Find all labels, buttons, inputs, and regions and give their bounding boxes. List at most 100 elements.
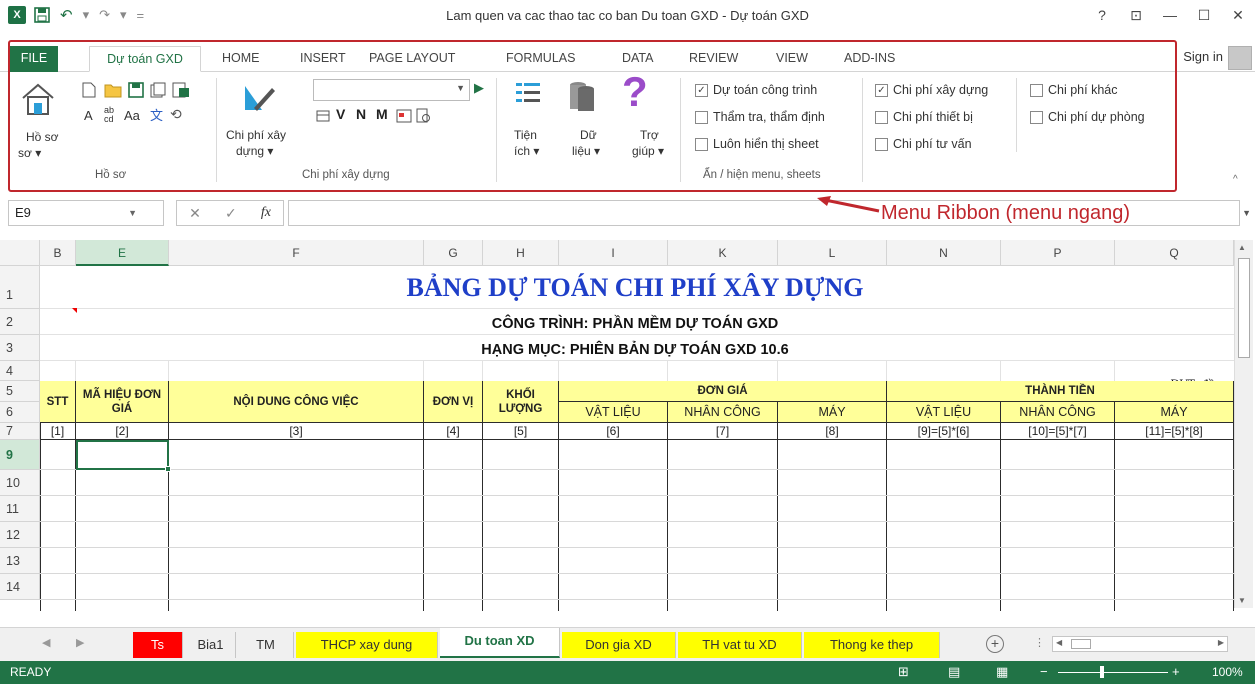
tien-ich-dropdown[interactable]: ích ▾ bbox=[514, 144, 539, 159]
help-icon[interactable]: ? bbox=[1093, 7, 1111, 23]
excel-logo-icon[interactable]: X bbox=[8, 6, 26, 24]
column-header-h[interactable]: H bbox=[483, 240, 559, 266]
sign-in-link[interactable]: Sign in bbox=[1183, 49, 1223, 64]
checkbox-luon-hien-thi[interactable]: Luôn hiển thị sheet bbox=[695, 137, 819, 151]
column-header-p[interactable]: P bbox=[1001, 240, 1115, 266]
font-size-icon[interactable]: A bbox=[84, 108, 93, 123]
select-all-corner[interactable] bbox=[0, 240, 40, 266]
tab-page-layout[interactable]: PAGE LAYOUT bbox=[369, 46, 455, 72]
row-header[interactable]: 10 bbox=[0, 470, 40, 496]
undo-dropdown-icon[interactable]: ▾ bbox=[83, 4, 90, 26]
row-header[interactable]: 11 bbox=[0, 496, 40, 522]
column-header-g[interactable]: G bbox=[424, 240, 483, 266]
du-lieu-button[interactable]: Dữ bbox=[580, 128, 597, 143]
undo-icon[interactable]: ↶ bbox=[60, 4, 73, 26]
table-icon[interactable] bbox=[316, 109, 330, 126]
vertical-scroll-thumb[interactable] bbox=[1238, 258, 1250, 358]
scroll-left-icon[interactable]: ◀ bbox=[1056, 638, 1062, 647]
avatar[interactable] bbox=[1228, 46, 1252, 70]
horizontal-scroll-thumb[interactable] bbox=[1071, 639, 1091, 649]
ribbon-display-icon[interactable]: ⊡ bbox=[1127, 7, 1145, 24]
tien-ich-button[interactable]: Tiện bbox=[514, 128, 537, 143]
collapse-ribbon-icon[interactable]: ^ bbox=[1233, 172, 1238, 187]
maximize-icon[interactable]: ☐ bbox=[1195, 7, 1213, 24]
checkbox-du-toan-cong-trinh[interactable]: ✓ Dự toán công trình bbox=[695, 83, 817, 97]
zoom-slider[interactable] bbox=[1058, 672, 1168, 673]
hoso-dropdown[interactable]: sơ ▾ bbox=[18, 146, 41, 161]
checkbox-chi-phi-tu-van[interactable]: Chi phí tư vấn bbox=[875, 137, 972, 151]
open-folder-icon[interactable] bbox=[104, 82, 122, 101]
sheet-tab-don-gia-xd[interactable]: Don gia XD bbox=[562, 632, 676, 658]
row-header[interactable]: 13 bbox=[0, 548, 40, 574]
chi-phi-xay-dung-dropdown[interactable]: dựng ▾ bbox=[236, 144, 273, 159]
cost-type-select[interactable]: ▼ bbox=[313, 79, 470, 101]
hoso-button[interactable]: Hồ sơ bbox=[26, 130, 59, 145]
home-folder-icon[interactable] bbox=[20, 82, 56, 119]
checkbox-chi-phi-thiet-bi[interactable]: Chi phí thiết bị bbox=[875, 110, 973, 124]
index-cell[interactable]: [8] bbox=[778, 423, 887, 440]
comment-marker-icon[interactable] bbox=[72, 308, 77, 313]
column-header-i[interactable]: I bbox=[559, 240, 668, 266]
zoom-slider-thumb[interactable] bbox=[1100, 666, 1104, 678]
scroll-down-icon[interactable]: ▼ bbox=[1238, 596, 1246, 605]
tab-add-ins[interactable]: ADD-INS bbox=[844, 46, 895, 72]
checkbox-chi-phi-du-phong[interactable]: Chi phí dự phòng bbox=[1030, 110, 1145, 124]
export-excel-icon[interactable] bbox=[172, 82, 190, 101]
database-icon[interactable] bbox=[568, 80, 596, 117]
row-header[interactable]: 2 bbox=[0, 309, 40, 335]
row-header[interactable]: 6 bbox=[0, 402, 40, 423]
tro-giup-dropdown[interactable]: giúp ▾ bbox=[632, 144, 664, 159]
minimize-icon[interactable]: — bbox=[1161, 7, 1179, 23]
chi-phi-xay-dung-icon[interactable] bbox=[242, 82, 278, 119]
customize-qat-icon[interactable]: = bbox=[137, 4, 145, 26]
index-cell[interactable]: [3] bbox=[169, 423, 424, 440]
row-header[interactable]: 9 bbox=[0, 440, 40, 470]
expand-formula-icon[interactable]: ▼ bbox=[1242, 208, 1251, 218]
sheet-tab-th-vat-tu-xd[interactable]: TH vat tu XD bbox=[678, 632, 802, 658]
sheet-tab-thcp-xay-dung[interactable]: THCP xay dung bbox=[296, 632, 438, 658]
column-header-f[interactable]: F bbox=[169, 240, 424, 266]
chi-phi-xay-dung-button[interactable]: Chi phí xây bbox=[226, 128, 286, 143]
row-header[interactable]: 3 bbox=[0, 335, 40, 361]
cancel-icon[interactable]: ✕ bbox=[189, 205, 201, 222]
tab-formulas[interactable]: FORMULAS bbox=[506, 46, 575, 72]
save-file-icon[interactable] bbox=[128, 82, 144, 101]
sheet-tab-tm[interactable]: TM bbox=[238, 632, 294, 658]
column-header-l[interactable]: L bbox=[778, 240, 887, 266]
letter-m-button[interactable]: M bbox=[376, 107, 388, 122]
add-sheet-icon[interactable]: + bbox=[986, 635, 1004, 653]
page-layout-view-icon[interactable]: ▤ bbox=[948, 664, 960, 680]
index-cell[interactable]: [10]=[5]*[7] bbox=[1001, 423, 1115, 440]
close-icon[interactable]: ✕ bbox=[1229, 7, 1247, 24]
index-cell[interactable]: [9]=[5]*[6] bbox=[887, 423, 1001, 440]
sheet-tab-du-toan-xd[interactable]: Du toan XD bbox=[440, 628, 560, 658]
letter-v-button[interactable]: V bbox=[336, 107, 345, 122]
checkbox-chi-phi-khac[interactable]: Chi phí khác bbox=[1030, 83, 1117, 97]
row-header[interactable]: 7 bbox=[0, 423, 40, 440]
column-header-e[interactable]: E bbox=[76, 240, 169, 266]
sheet-tab-ts[interactable]: Ts bbox=[133, 632, 183, 658]
index-cell[interactable]: [5] bbox=[483, 423, 559, 440]
tab-file[interactable]: FILE bbox=[10, 46, 58, 72]
row-header[interactable]: 12 bbox=[0, 522, 40, 548]
row-header[interactable]: 1 bbox=[0, 266, 40, 309]
more-options-icon[interactable]: ⋮ bbox=[1034, 636, 1045, 649]
index-cell[interactable]: [6] bbox=[559, 423, 668, 440]
analysis-icon[interactable] bbox=[396, 109, 412, 126]
name-box[interactable]: E9 ▼ bbox=[8, 200, 164, 226]
vertical-scrollbar[interactable]: ▲ ▼ bbox=[1234, 240, 1253, 608]
row-header[interactable]: 5 bbox=[0, 381, 40, 402]
row-header[interactable]: 4 bbox=[0, 361, 40, 381]
letter-n-button[interactable]: N bbox=[356, 107, 366, 122]
normal-view-icon[interactable]: ⊞ bbox=[898, 664, 909, 680]
text-wrap-icon[interactable]: ab cd bbox=[104, 106, 114, 124]
column-header-n[interactable]: N bbox=[887, 240, 1001, 266]
tab-insert[interactable]: INSERT bbox=[300, 46, 346, 72]
next-sheet-icon[interactable]: ▶ bbox=[76, 636, 84, 649]
column-header-k[interactable]: K bbox=[668, 240, 778, 266]
tab-du-toan-gxd[interactable]: Dự toán GXD bbox=[89, 46, 201, 72]
sheet-tab-thong-ke-thep[interactable]: Thong ke thep bbox=[804, 632, 940, 658]
prev-sheet-icon[interactable]: ◀ bbox=[42, 636, 50, 649]
copy-sheets-icon[interactable] bbox=[150, 82, 166, 101]
translate-icon[interactable]: 文 bbox=[150, 108, 163, 123]
